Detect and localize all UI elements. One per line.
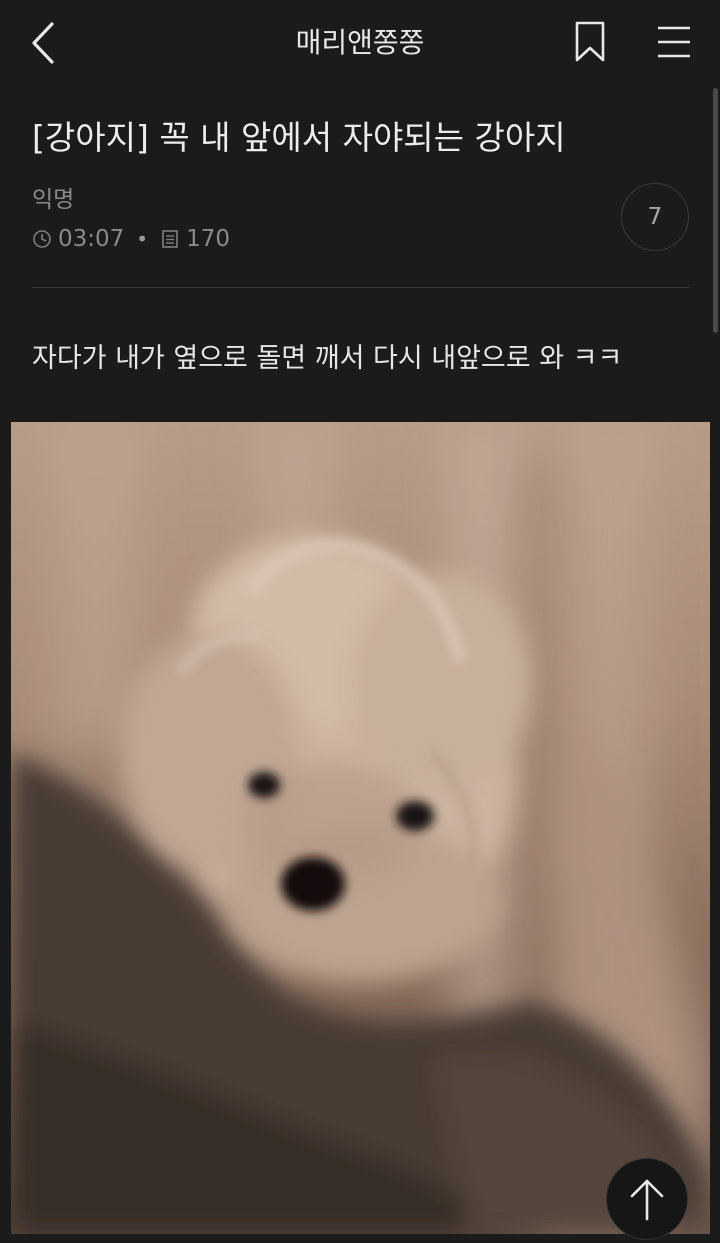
arrow-up-icon (630, 1179, 664, 1221)
app-title: 매리앤쫑쫑 (295, 26, 425, 59)
chevron-left-icon (32, 22, 54, 64)
top-bar: 매리앤쫑쫑 (0, 0, 720, 86)
divider (32, 287, 690, 288)
bookmark-button[interactable] (572, 20, 608, 64)
post-time: 03:07 (58, 226, 125, 252)
post-views: 170 (186, 226, 230, 252)
hamburger-menu-icon (658, 26, 690, 58)
comment-count-button[interactable]: 7 (621, 183, 689, 251)
scrollbar-thumb[interactable] (713, 88, 718, 333)
clock-icon (33, 230, 51, 248)
meta-separator: • (136, 227, 149, 251)
post-body: 자다가 내가 옆으로 돌면 깨서 다시 내앞으로 와 ㅋㅋ (32, 343, 623, 374)
dog-photo-illustration (11, 422, 710, 1234)
document-icon (162, 230, 178, 248)
bookmark-icon (575, 21, 605, 62)
comment-count: 7 (647, 204, 663, 230)
post-photo[interactable] (11, 422, 710, 1234)
scroll-top-button[interactable] (606, 1158, 688, 1240)
post-meta: 03:07 • 170 (32, 222, 230, 256)
post-author: 익명 (32, 187, 75, 213)
menu-button[interactable] (654, 22, 694, 62)
back-button[interactable] (22, 18, 66, 68)
post-title: [강아지] 꼭 내 앞에서 자야되는 강아지 (32, 118, 566, 157)
